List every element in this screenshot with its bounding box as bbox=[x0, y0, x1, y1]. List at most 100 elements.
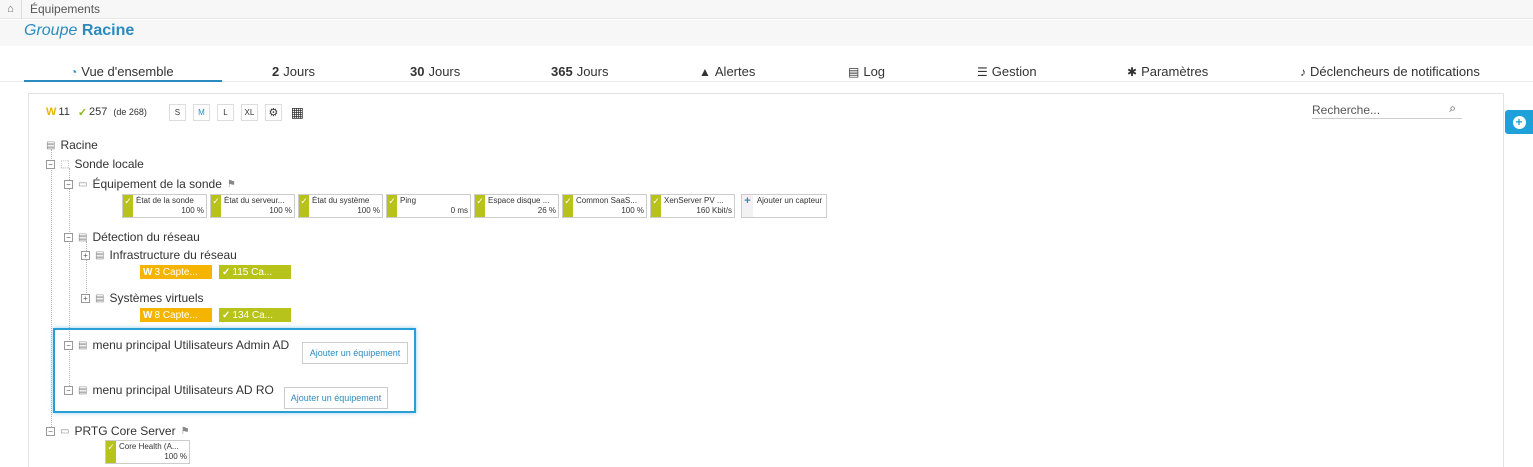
summary-label: 3 Capte... bbox=[154, 266, 198, 278]
app-root: ⌂ Équipements Groupe Racine ◔ Vue d'ense… bbox=[0, 0, 1533, 467]
check-icon: ✓ bbox=[222, 266, 231, 278]
tab-notification-triggers[interactable]: ♪ Déclencheurs de notifications bbox=[1300, 64, 1480, 79]
search-input[interactable] bbox=[1312, 101, 1442, 119]
node-label: Sonde locale bbox=[74, 157, 144, 171]
add-panel-button[interactable]: + bbox=[1505, 110, 1533, 134]
check-icon: ✓ bbox=[77, 106, 88, 119]
tree-node-core-server[interactable]: − ▭ PRTG Core Server ⚑ bbox=[46, 424, 190, 438]
home-icon[interactable]: ⌂ bbox=[0, 0, 22, 19]
sliders-icon: ☰ bbox=[977, 64, 988, 79]
sensor-tile[interactable]: ✓ État du serveur... 100 % bbox=[210, 194, 295, 218]
tree-node-probe[interactable]: − ⬚ Sonde locale bbox=[46, 157, 144, 171]
sensor-value: 26 % bbox=[537, 206, 556, 215]
sensor-tile[interactable]: ✓ Core Health (A... 100 % bbox=[105, 440, 190, 464]
warning-badge-icon: W bbox=[143, 309, 153, 321]
sensor-tile[interactable]: ✓ État du système 100 % bbox=[298, 194, 383, 218]
breadcrumb: ⌂ Équipements bbox=[0, 0, 1533, 19]
flag-icon[interactable]: ⚑ bbox=[227, 179, 236, 190]
sensor-value: 100 % bbox=[621, 206, 644, 215]
tab-label: Jours bbox=[576, 64, 609, 79]
ok-summary[interactable]: ✓ 115 Ca... bbox=[219, 265, 291, 279]
check-icon: ✓ bbox=[211, 195, 221, 217]
tab-overview[interactable]: ◔ Vue d'ensemble bbox=[70, 64, 174, 79]
tree-toolbar: W 11 ✓ 257 (de 268) S M L XL ⚙ ▦ bbox=[46, 103, 313, 121]
size-xl-button[interactable]: XL bbox=[240, 103, 258, 121]
add-device-button[interactable]: Ajouter un équipement bbox=[302, 342, 408, 364]
collapse-toggle[interactable]: − bbox=[64, 179, 73, 189]
summary-label: 134 Ca... bbox=[232, 309, 273, 321]
check-icon: ✓ bbox=[475, 195, 485, 217]
tab-num: 2 bbox=[272, 64, 280, 79]
collapse-toggle[interactable]: − bbox=[64, 232, 73, 242]
tree-node-root[interactable]: ▤ Racine bbox=[46, 138, 98, 152]
sensor-name: État de la sonde bbox=[136, 196, 194, 205]
warning-badge-icon: W bbox=[46, 106, 57, 118]
sensor-tile[interactable]: ✓ Espace disque ... 26 % bbox=[474, 194, 559, 218]
check-icon: ✓ bbox=[106, 441, 116, 463]
group-icon: ▤ bbox=[95, 249, 105, 261]
sensor-value: 0 ms bbox=[450, 206, 468, 215]
tree-node-admin-ad[interactable]: − ▤ menu principal Utilisateurs Admin AD bbox=[64, 338, 289, 352]
tab-2-days[interactable]: 2 Jours bbox=[272, 64, 315, 79]
tab-num: 365 bbox=[551, 64, 573, 79]
sensor-tile[interactable]: ✓ XenServer PV ... 160 Kbit/s bbox=[650, 194, 735, 218]
sensor-tile[interactable]: ✓ Ping 0 ms bbox=[386, 194, 471, 218]
check-icon: ✓ bbox=[387, 195, 397, 217]
breadcrumb-item-devices[interactable]: Équipements bbox=[22, 2, 100, 16]
size-l-button[interactable]: L bbox=[216, 103, 234, 121]
ok-count[interactable]: ✓ 257 (de 268) bbox=[78, 106, 147, 119]
tree-line bbox=[51, 149, 52, 431]
tree-settings-icon[interactable]: ⚙ bbox=[264, 103, 282, 121]
flag-icon[interactable]: ⚑ bbox=[181, 426, 190, 437]
sensor-tile[interactable]: ✓ Common SaaS... 100 % bbox=[562, 194, 647, 218]
tab-label: Vue d'ensemble bbox=[81, 64, 174, 79]
gear-icon: ✱ bbox=[1127, 64, 1138, 79]
tab-label: Jours bbox=[428, 64, 461, 79]
tab-365-days[interactable]: 365 Jours bbox=[551, 64, 609, 79]
sensor-value: 100 % bbox=[357, 206, 380, 215]
warning-summary[interactable]: W 3 Capte... bbox=[140, 265, 212, 279]
size-s-button[interactable]: S bbox=[168, 103, 186, 121]
tab-settings[interactable]: ✱ Paramètres bbox=[1127, 64, 1208, 79]
add-sensor-button[interactable]: + Ajouter un capteur bbox=[741, 194, 827, 218]
tab-30-days[interactable]: 30 Jours bbox=[410, 64, 460, 79]
tree-node-virtual-systems[interactable]: + ▤ Systèmes virtuels bbox=[81, 291, 203, 305]
node-label: Racine bbox=[60, 138, 98, 152]
search-icon[interactable]: ⌕ bbox=[1449, 101, 1456, 116]
warning-summary[interactable]: W 8 Capte... bbox=[140, 308, 212, 322]
expand-toggle[interactable]: + bbox=[81, 250, 90, 260]
collapse-toggle[interactable]: − bbox=[46, 159, 55, 169]
tab-alerts[interactable]: ▲ Alertes bbox=[699, 64, 755, 79]
add-device-button[interactable]: Ajouter un équipement bbox=[284, 387, 388, 409]
expand-toggle[interactable]: + bbox=[81, 293, 90, 303]
tree-node-discovery[interactable]: − ▤ Détection du réseau bbox=[64, 230, 200, 244]
tab-management[interactable]: ☰ Gestion bbox=[977, 64, 1037, 79]
collapse-toggle[interactable]: − bbox=[64, 385, 73, 395]
check-icon: ✓ bbox=[123, 195, 133, 217]
search-box: ⌕ bbox=[1312, 101, 1462, 119]
node-label: Équipement de la sonde bbox=[92, 177, 222, 191]
add-sensor-label: Ajouter un capteur bbox=[756, 196, 823, 205]
collapse-toggle[interactable]: − bbox=[64, 340, 73, 350]
group-icon: ▤ bbox=[95, 292, 105, 304]
grid-view-icon[interactable]: ▦ bbox=[289, 104, 306, 121]
group-icon: ▤ bbox=[78, 339, 88, 351]
warning-count[interactable]: W 11 bbox=[46, 106, 70, 118]
tree-node-infrastructure[interactable]: + ▤ Infrastructure du réseau bbox=[81, 248, 237, 262]
sensor-tile[interactable]: ✓ État de la sonde 100 % bbox=[122, 194, 207, 218]
probe-icon: ⬚ bbox=[60, 158, 70, 170]
sensor-name: État du système bbox=[312, 196, 370, 205]
plus-icon: + bbox=[1512, 115, 1526, 129]
ok-summary[interactable]: ✓ 134 Ca... bbox=[219, 308, 291, 322]
collapse-toggle[interactable]: − bbox=[46, 426, 55, 436]
title-name: Racine bbox=[81, 22, 135, 39]
tab-log[interactable]: ▤ Log bbox=[848, 64, 885, 79]
check-icon: ✓ bbox=[222, 309, 231, 321]
tree-node-ad-ro[interactable]: − ▤ menu principal Utilisateurs AD RO bbox=[64, 383, 274, 397]
check-icon: ✓ bbox=[299, 195, 309, 217]
check-icon: ✓ bbox=[563, 195, 573, 217]
size-m-button[interactable]: M bbox=[192, 103, 210, 121]
device-icon: ▭ bbox=[78, 178, 88, 190]
tree-node-probe-device[interactable]: − ▭ Équipement de la sonde ⚑ bbox=[64, 177, 236, 191]
sensor-name: Espace disque ... bbox=[488, 196, 550, 205]
